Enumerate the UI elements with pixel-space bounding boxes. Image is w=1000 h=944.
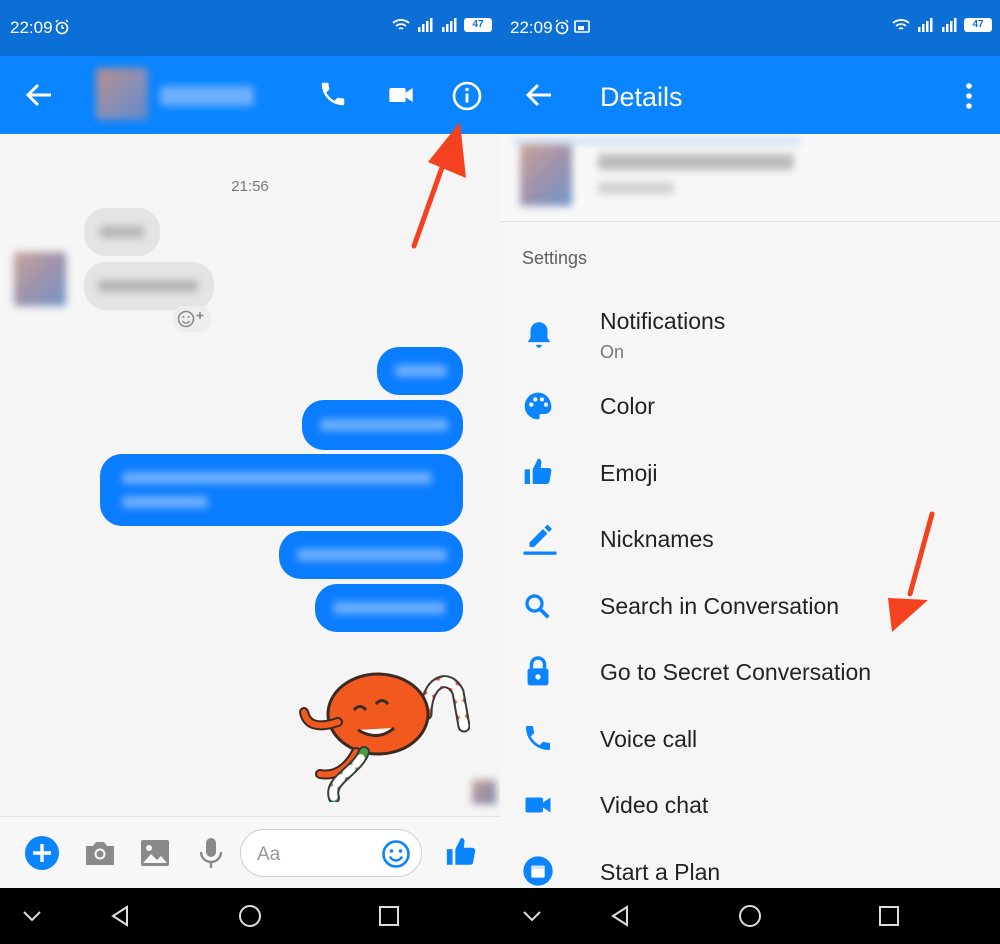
- incoming-message[interactable]: [84, 262, 214, 310]
- outgoing-message[interactable]: [279, 531, 463, 579]
- settings-item-emoji[interactable]: Emoji: [500, 452, 1000, 496]
- outgoing-message[interactable]: [100, 454, 463, 526]
- red-arrow-annotation: [888, 511, 935, 632]
- nav-recents-icon[interactable]: [378, 905, 400, 927]
- settings-item-sublabel: On: [600, 342, 625, 362]
- signal-icon: [918, 18, 933, 32]
- microphone-icon[interactable]: [198, 837, 224, 869]
- status-bar: 22:09 47: [500, 0, 1000, 56]
- screen-cast-icon: [574, 20, 590, 33]
- video-camera-icon: [525, 797, 551, 813]
- system-nav-bar: [0, 888, 500, 944]
- battery-indicator: 47: [964, 18, 992, 32]
- sender-avatar: [14, 252, 66, 306]
- phone-icon: [526, 726, 550, 750]
- incoming-message[interactable]: [84, 208, 160, 256]
- message-composer: Aa: [0, 816, 500, 888]
- settings-item-label: Go to Secret Conversation: [600, 659, 872, 685]
- profile-status: [598, 182, 674, 194]
- settings-item-label: Video chat: [600, 792, 709, 818]
- details-app-bar: Details: [500, 56, 1000, 134]
- seen-avatar: [472, 780, 496, 804]
- settings-item-label: Emoji: [600, 460, 658, 486]
- info-icon[interactable]: [451, 80, 483, 112]
- outgoing-message[interactable]: [302, 400, 463, 450]
- calendar-icon: [523, 856, 553, 886]
- profile-name: [598, 154, 794, 170]
- settings-item-label: Voice call: [600, 726, 698, 752]
- signal-icon-2: [942, 18, 957, 32]
- plus-icon[interactable]: [24, 835, 60, 871]
- message-input-placeholder: Aa: [257, 844, 281, 865]
- profile-header[interactable]: [500, 134, 1000, 222]
- contact-avatar[interactable]: [96, 68, 148, 120]
- nav-back-icon[interactable]: [108, 904, 132, 928]
- status-bar: 22:09 47: [0, 0, 500, 56]
- settings-item-label: Start a Plan: [600, 859, 721, 885]
- pencil-icon: [523, 524, 557, 555]
- contact-name[interactable]: [160, 86, 254, 106]
- settings-item-label: Color: [600, 393, 655, 419]
- add-reaction-icon[interactable]: [172, 306, 212, 332]
- status-time: 22:09: [510, 18, 553, 37]
- sticker-image[interactable]: [298, 652, 470, 802]
- settings-item-voice-call[interactable]: Voice call: [500, 718, 1000, 762]
- camera-icon[interactable]: [84, 839, 116, 867]
- wifi-icon: [392, 19, 410, 30]
- signal-icon: [418, 18, 433, 32]
- status-icons: 47: [392, 18, 492, 32]
- status-time: 22:09: [10, 18, 53, 37]
- back-arrow-icon[interactable]: [24, 81, 54, 109]
- settings-item-label: Search in Conversation: [600, 593, 840, 619]
- more-options-icon[interactable]: [962, 82, 976, 110]
- search-icon: [525, 594, 550, 619]
- settings-item-start-a-plan[interactable]: Start a Plan: [500, 851, 1000, 888]
- settings-item-label: Notifications: [600, 308, 726, 334]
- settings-item-video-chat[interactable]: Video chat: [500, 784, 1000, 828]
- conversation-screen: 22:09 47 21:56 Aa: [0, 0, 500, 944]
- phone-icon[interactable]: [318, 79, 348, 109]
- signal-icon-2: [442, 18, 457, 32]
- alarm-icon: [555, 19, 569, 35]
- gallery-icon[interactable]: [140, 839, 170, 867]
- bell-icon: [527, 322, 551, 348]
- nav-recents-icon[interactable]: [878, 905, 900, 927]
- alarm-icon: [55, 19, 69, 35]
- status-icons: 47: [892, 18, 992, 32]
- emoji-icon[interactable]: [381, 839, 411, 869]
- palette-icon: [524, 392, 552, 420]
- chevron-down-icon[interactable]: [22, 909, 42, 923]
- chevron-down-icon[interactable]: [522, 909, 542, 923]
- battery-indicator: 47: [464, 18, 492, 32]
- lock-icon: [527, 656, 549, 686]
- video-camera-icon[interactable]: [386, 81, 416, 109]
- red-arrow-annotation: [411, 122, 466, 249]
- nav-home-icon[interactable]: [738, 904, 762, 928]
- nav-back-icon[interactable]: [608, 904, 632, 928]
- details-screen: 22:09 47 Details Settings Notifications …: [500, 0, 1000, 944]
- wifi-icon: [892, 19, 910, 30]
- nav-home-icon[interactable]: [238, 904, 262, 928]
- outgoing-message[interactable]: [377, 347, 463, 395]
- thumbs-up-icon[interactable]: [444, 835, 478, 869]
- settings-item-label: Nicknames: [600, 526, 714, 552]
- profile-avatar: [520, 144, 572, 206]
- outgoing-message[interactable]: [315, 584, 463, 632]
- back-arrow-icon[interactable]: [524, 81, 554, 109]
- settings-item-notifications[interactable]: Notifications On: [500, 300, 1000, 370]
- message-list[interactable]: 21:56: [0, 122, 500, 816]
- settings-section-heading: Settings: [522, 248, 588, 268]
- settings-item-color[interactable]: Color: [500, 386, 1000, 430]
- page-title: Details: [600, 82, 683, 112]
- system-nav-bar: [500, 888, 1000, 944]
- message-input[interactable]: Aa: [240, 829, 422, 877]
- thumbs-up-icon: [524, 458, 552, 484]
- settings-item-secret-conversation[interactable]: Go to Secret Conversation: [500, 651, 1000, 695]
